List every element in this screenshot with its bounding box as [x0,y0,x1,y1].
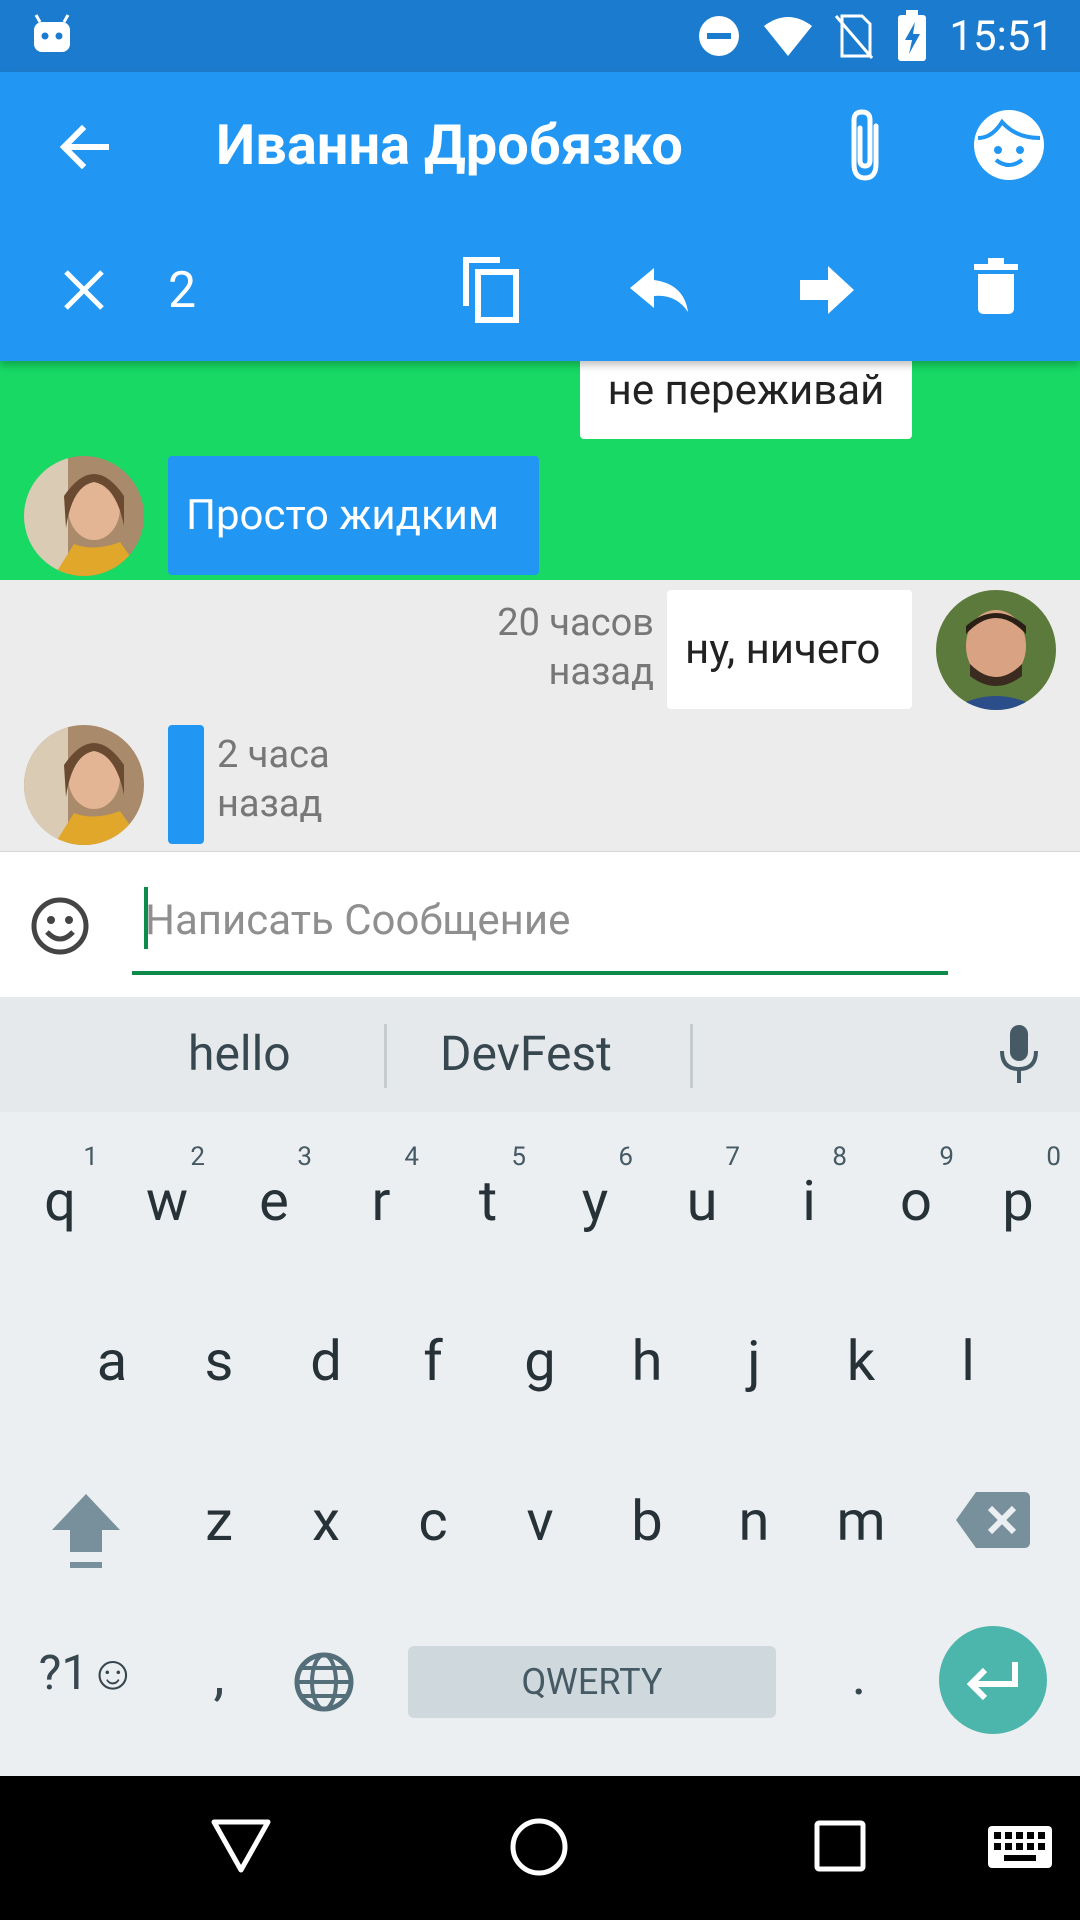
key-c[interactable]: c [379,1488,487,1554]
timestamp-line: 20 часов [497,601,654,645]
reply-icon[interactable] [630,268,690,312]
selected-count: 2 [168,262,197,320]
suggestion-strip: hello DevFest [0,997,1080,1112]
input-underline [132,971,948,975]
key-i[interactable]: i [755,1168,863,1234]
enter-key[interactable] [939,1626,1047,1734]
key-n[interactable]: n [700,1488,808,1554]
space-bar-label: QWERTY [521,1661,663,1703]
timestamp-line: назад [217,782,323,826]
message-timestamp: 20 часов назад [480,599,654,697]
self-photo [936,590,1056,710]
key-x[interactable]: x [272,1488,380,1554]
contact-photo [24,725,144,845]
navigation-bar [0,1776,1080,1920]
back-arrow-icon[interactable] [58,121,110,173]
key-y[interactable]: y [541,1168,649,1234]
forward-icon[interactable] [800,266,854,314]
message-bubble-empty[interactable] [168,725,204,844]
suggestion-devfest[interactable]: DevFest [440,1025,612,1082]
keyboard-switch-icon[interactable] [988,1826,1052,1868]
message-text: Просто жидким [186,491,500,540]
avatar-self [936,590,1056,710]
key-o[interactable]: o [862,1168,970,1234]
key-period[interactable]: . [805,1642,913,1708]
app-bar: Иванна Дробязко 2 [0,72,1080,361]
delete-icon[interactable] [974,258,1018,314]
composer [0,851,1080,998]
message-text: не переживай [607,365,885,415]
message-bubble[interactable]: ну, ничего [667,590,912,709]
selected-messages-highlight [0,361,1080,580]
message-list[interactable]: не переживай Просто жидким 20 часов наза… [0,361,1080,851]
backspace-icon[interactable] [956,1492,1030,1548]
message-input[interactable] [143,884,947,956]
android-icon [34,14,70,52]
key-p[interactable]: p [964,1168,1072,1234]
avatar-contact [24,725,144,845]
key-q[interactable]: q [6,1168,114,1234]
key-h[interactable]: h [593,1328,701,1394]
message-bubble-selected[interactable]: Просто жидким [168,456,539,575]
key-r[interactable]: r [327,1168,435,1234]
message-bubble[interactable]: не переживай [580,361,912,439]
attach-icon[interactable] [842,106,888,184]
copy-icon[interactable] [460,254,522,324]
key-u[interactable]: u [648,1168,756,1234]
key-z[interactable]: z [165,1488,273,1554]
back-nav-icon[interactable] [210,1818,272,1874]
key-s[interactable]: s [165,1328,273,1394]
wifi-icon [764,17,812,56]
enter-icon [966,1662,1018,1701]
key-b[interactable]: b [593,1488,701,1554]
key-v[interactable]: v [486,1488,594,1554]
key-symbols[interactable]: ?1☺ [28,1644,148,1701]
key-m[interactable]: m [807,1488,915,1554]
message-timestamp: 2 часа назад [217,731,330,829]
keyboard: 1 2 3 4 5 6 7 8 9 0 q w e r t y u i o p … [0,1112,1080,1776]
do-not-disturb-icon [699,16,739,56]
microphone-icon[interactable] [998,1025,1040,1085]
contact-photo [24,456,144,576]
smiley-icon[interactable] [30,896,90,956]
suggestion-divider [384,1024,387,1088]
close-selection-icon[interactable] [62,268,106,312]
text-cursor [144,887,148,949]
key-j[interactable]: j [700,1328,808,1394]
status-time: 15:51 [949,12,1054,61]
timestamp-line: назад [548,650,654,694]
key-l[interactable]: l [914,1328,1022,1394]
shift-icon[interactable] [50,1490,122,1570]
key-w[interactable]: w [113,1168,221,1234]
no-sim-icon [834,14,874,59]
message-text: ну, ничего [685,625,881,674]
key-comma[interactable]: , [165,1642,273,1708]
recents-nav-icon[interactable] [814,1820,866,1872]
key-k[interactable]: k [807,1328,915,1394]
home-nav-icon[interactable] [508,1816,570,1878]
avatar-contact [24,456,144,576]
globe-icon[interactable] [294,1652,354,1712]
key-e[interactable]: e [220,1168,328,1234]
timestamp-line: 2 часа [217,733,330,777]
suggestion-divider [690,1024,693,1088]
key-d[interactable]: d [272,1328,380,1394]
suggestion-hello[interactable]: hello [188,1025,291,1082]
key-a[interactable]: a [58,1328,166,1394]
emoji-face-icon[interactable] [972,108,1046,182]
battery-charging-icon [898,10,926,61]
space-bar[interactable]: QWERTY [408,1646,776,1718]
key-f[interactable]: f [379,1328,487,1394]
status-bar: 15:51 [0,0,1080,72]
chat-title: Иванна Дробязко [216,112,683,178]
key-t[interactable]: t [434,1168,542,1234]
key-g[interactable]: g [486,1328,594,1394]
